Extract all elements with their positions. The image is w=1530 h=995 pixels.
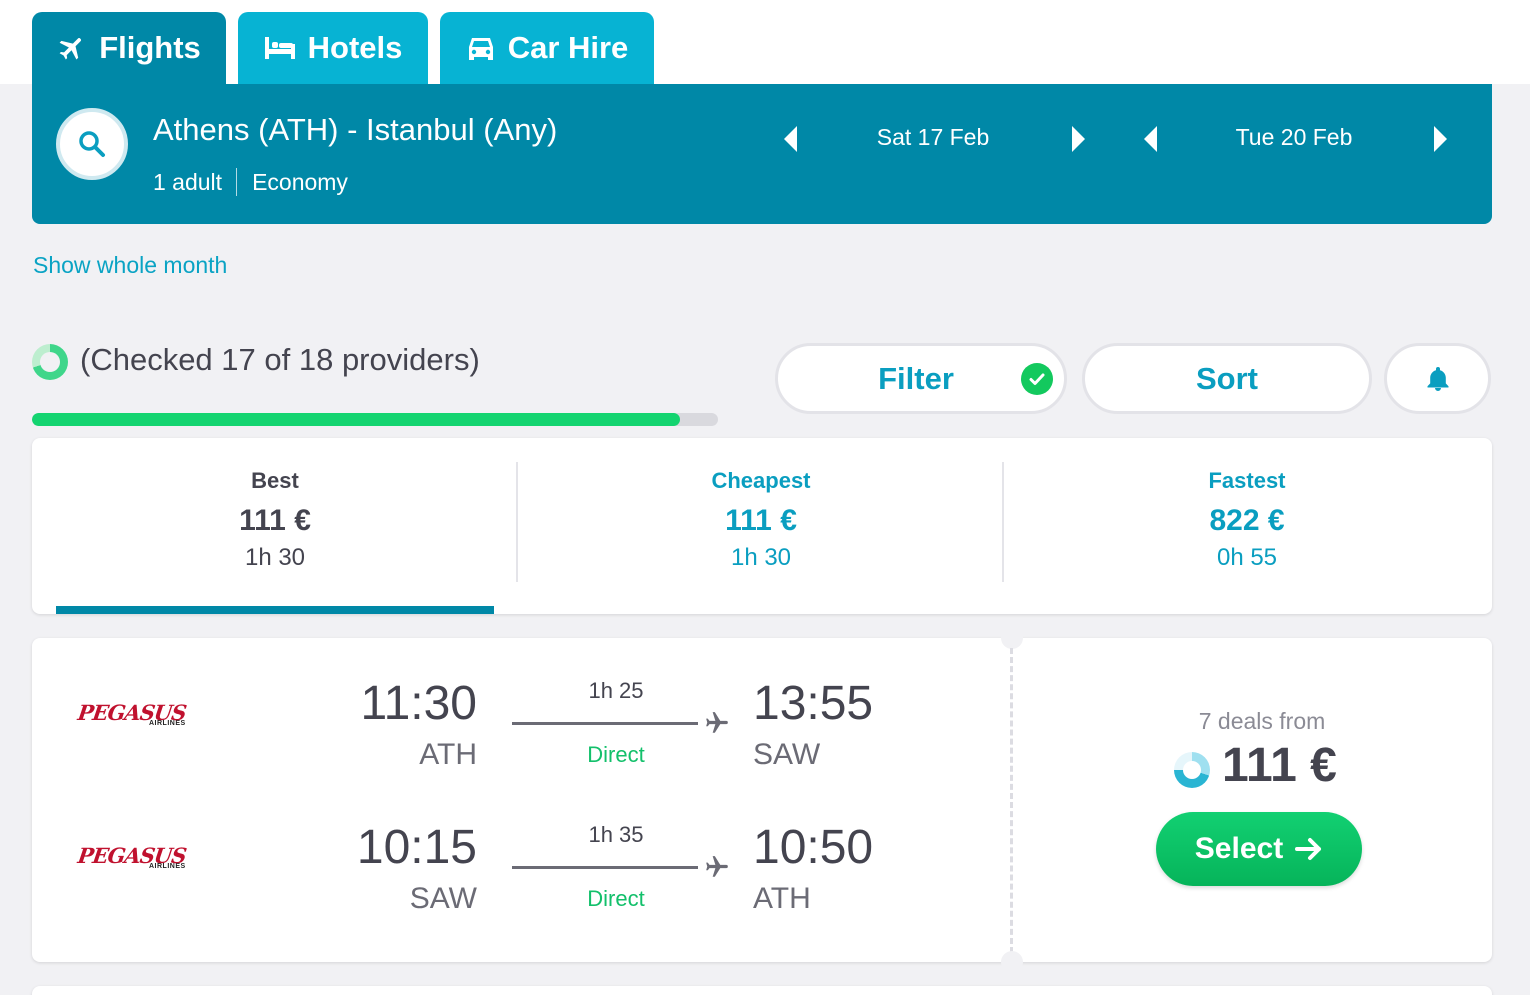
- passenger-count: 1 adult: [153, 168, 223, 195]
- active-sort-indicator: [56, 606, 494, 614]
- departure-airport: ATH: [419, 738, 477, 771]
- flight-result-card[interactable]: PEGASUS AIRLINES 11:30 ATH 1h 25 Direct …: [32, 627, 1492, 973]
- flight-path-line: [512, 866, 698, 869]
- sort-option-cheapest[interactable]: Cheapest 111 € 1h 30: [518, 438, 1004, 614]
- sort-option-label: Fastest: [1208, 468, 1286, 493]
- departure-time: 10:15: [356, 821, 477, 874]
- search-icon: [79, 131, 105, 157]
- sort-option-label: Cheapest: [711, 468, 811, 493]
- route-text: Athens (ATH) - Istanbul (Any): [153, 112, 558, 147]
- sort-option-fastest[interactable]: Fastest 822 € 0h 55: [1004, 438, 1490, 614]
- depart-prev-arrow-icon[interactable]: [784, 126, 797, 152]
- tab-hotels[interactable]: Hotels: [238, 12, 428, 84]
- tab-flights[interactable]: Flights: [32, 12, 226, 84]
- leg-duration: 1h 25: [588, 678, 644, 703]
- arrival-time: 13:55: [753, 677, 874, 730]
- top-strip: [0, 0, 1530, 84]
- plane-icon: [706, 712, 728, 733]
- sort-option-duration: 0h 55: [1216, 544, 1278, 571]
- select-button[interactable]: Select: [1156, 812, 1362, 886]
- return-next-arrow-icon[interactable]: [1434, 126, 1447, 152]
- tab-hotels-label: Hotels: [307, 30, 403, 65]
- passenger-cabin-summary: 1 adult Economy: [153, 168, 348, 196]
- tab-car-hire[interactable]: Car Hire: [440, 12, 654, 84]
- bell-icon: [1427, 366, 1448, 391]
- sort-option-price: 822 €: [1209, 504, 1285, 537]
- next-result-card[interactable]: [32, 986, 1492, 995]
- check-icon: [1021, 363, 1053, 395]
- sort-option-price: 111 €: [239, 504, 311, 537]
- airline-logo: PEGASUS AIRLINES: [76, 843, 188, 870]
- price-loading-icon: [1174, 752, 1210, 788]
- sort-tabs-card: Best 111 € 1h 30 Cheapest 111 € 1h 30 Fa…: [32, 438, 1492, 614]
- plane-icon: [706, 856, 728, 877]
- departure-time: 11:30: [360, 677, 477, 730]
- bed-icon: [264, 37, 295, 59]
- depart-date[interactable]: Sat 17 Feb: [833, 124, 1033, 151]
- departure-airport: SAW: [409, 882, 477, 915]
- providers-checked-text: (Checked 17 of 18 providers): [80, 342, 480, 377]
- arrow-right-icon: [1295, 838, 1322, 860]
- arrival-time: 10:50: [753, 821, 874, 874]
- arrival-airport: ATH: [753, 882, 811, 915]
- airline-logo-text: PEGASUS: [76, 843, 188, 868]
- filter-button[interactable]: Filter: [775, 343, 1067, 414]
- price-alert-button[interactable]: [1384, 343, 1491, 414]
- depart-next-arrow-icon[interactable]: [1072, 126, 1085, 152]
- show-whole-month-link[interactable]: Show whole month: [33, 252, 227, 279]
- select-label: Select: [1194, 832, 1284, 865]
- sort-button[interactable]: Sort: [1082, 343, 1372, 414]
- providers-progress-bar: [32, 413, 718, 426]
- card-notch-top: [1001, 627, 1023, 649]
- leg-duration: 1h 35: [588, 822, 644, 847]
- card-dashed-separator: [1010, 648, 1013, 953]
- sort-option-duration: 1h 30: [730, 544, 792, 571]
- result-price: 111 €: [1222, 739, 1337, 792]
- divider: [236, 168, 238, 196]
- cabin-class: Economy: [252, 168, 348, 195]
- providers-progress-fill: [32, 413, 680, 426]
- tab-car-hire-label: Car Hire: [507, 30, 629, 65]
- sort-option-duration: 1h 30: [244, 544, 306, 571]
- arrival-airport: SAW: [753, 738, 821, 771]
- sort-option-best[interactable]: Best 111 € 1h 30: [32, 438, 518, 614]
- return-prev-arrow-icon[interactable]: [1144, 126, 1157, 152]
- stops-label: Direct: [587, 742, 645, 767]
- filter-label: Filter: [878, 360, 954, 396]
- return-date[interactable]: Tue 20 Feb: [1194, 124, 1394, 151]
- sort-option-price: 111 €: [725, 504, 797, 537]
- loading-spinner-icon: [32, 344, 68, 380]
- tab-flights-label: Flights: [99, 30, 201, 65]
- stops-label: Direct: [587, 886, 645, 911]
- flight-path-line: [512, 722, 698, 725]
- car-icon: [468, 38, 493, 60]
- search-summary-bar[interactable]: Athens (ATH) - Istanbul (Any) 1 adult Ec…: [32, 84, 1492, 224]
- deals-count: 7 deals from: [1198, 708, 1326, 734]
- search-button[interactable]: [56, 108, 128, 180]
- plane-icon: [59, 38, 82, 60]
- sort-label: Sort: [1196, 360, 1258, 396]
- sort-option-label: Best: [251, 468, 299, 493]
- card-notch-bottom: [1001, 951, 1023, 973]
- airline-logo-text: PEGASUS: [76, 700, 188, 725]
- airline-logo: PEGASUS AIRLINES: [76, 700, 188, 727]
